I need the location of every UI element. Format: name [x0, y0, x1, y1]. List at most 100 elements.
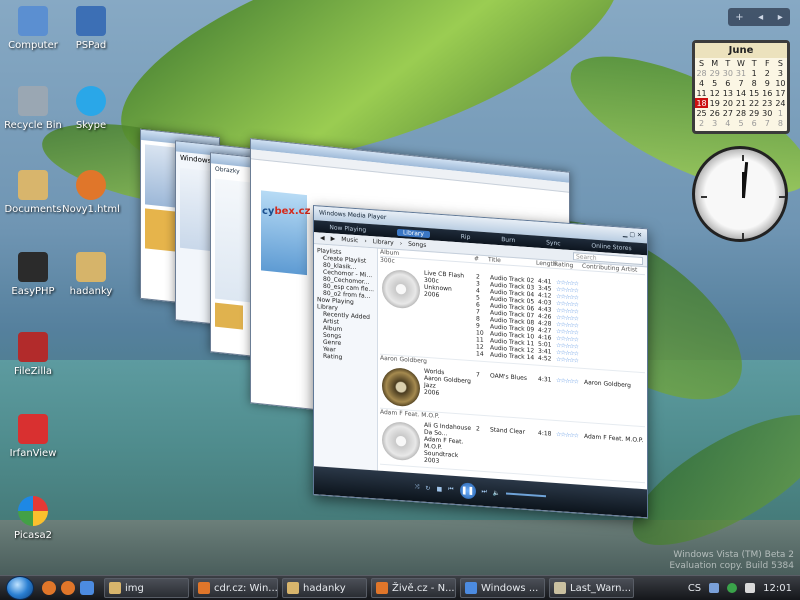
calendar-day[interactable]: 22 — [748, 98, 761, 108]
taskbar-button[interactable]: hadanky — [282, 578, 367, 598]
calendar-day[interactable]: 3 — [708, 118, 721, 128]
calendar-day[interactable]: 11 — [695, 88, 708, 98]
add-gadget-button[interactable]: + — [735, 12, 743, 23]
tab-burn[interactable]: Burn — [501, 236, 515, 244]
calendar-day[interactable]: 8 — [748, 78, 761, 88]
rating-stars[interactable]: ☆☆☆☆☆ — [556, 356, 584, 365]
calendar-day[interactable]: 29 — [708, 68, 721, 78]
calendar-day[interactable]: 6 — [748, 118, 761, 128]
calendar-day[interactable]: 2 — [695, 118, 708, 128]
stop-button[interactable]: ■ — [436, 485, 442, 492]
shuffle-button[interactable]: ⤨ — [415, 483, 420, 491]
calendar-day[interactable]: 4 — [721, 118, 734, 128]
desktop-icon-documents[interactable]: Documents — [0, 170, 66, 215]
calendar-day[interactable]: 6 — [721, 78, 734, 88]
calendar-day[interactable]: 23 — [761, 98, 774, 108]
previous-button[interactable]: ⏮ — [448, 485, 453, 493]
play-pause-button[interactable]: ❚❚ — [459, 482, 476, 500]
desktop-icon-irfanview[interactable]: IrfanView — [0, 414, 66, 459]
breadcrumb-item[interactable]: Music — [341, 236, 358, 244]
calendar-day[interactable]: 15 — [748, 88, 761, 98]
taskbar-button[interactable]: cdr.cz: Win... — [193, 578, 278, 598]
calendar-day[interactable]: 8 — [774, 118, 787, 128]
calendar-day[interactable]: 9 — [761, 78, 774, 88]
calendar-gadget[interactable]: June S M T W T F S 28 29 30 31 1 2 3 4 5 6 7 8 9 10 11… — [692, 40, 790, 134]
calendar-day[interactable]: 29 — [748, 108, 761, 118]
desktop-icon-computer[interactable]: Computer — [0, 6, 66, 51]
calendar-day[interactable]: 24 — [774, 98, 787, 108]
volume-icon[interactable] — [745, 583, 756, 593]
breadcrumb-item[interactable]: Songs — [408, 241, 426, 249]
firefox-quick-launch-icon[interactable] — [61, 581, 75, 595]
desktop-icon-hadanky[interactable]: hadanky — [58, 252, 124, 297]
taskbar-button[interactable]: Živě.cz - N... — [371, 578, 456, 598]
volume-slider[interactable] — [506, 492, 547, 498]
rating-stars[interactable]: ☆☆☆☆☆ — [556, 377, 584, 386]
repeat-button[interactable]: ↻ — [425, 484, 430, 491]
tab-online-stores[interactable]: Online Stores — [591, 242, 631, 252]
album-art-icon[interactable] — [382, 268, 420, 310]
calendar-day[interactable]: 30 — [761, 108, 774, 118]
tab-now-playing[interactable]: Now Playing — [329, 224, 366, 234]
clock-time[interactable]: 12:01 — [763, 583, 792, 594]
calendar-day[interactable]: 17 — [774, 88, 787, 98]
security-icon[interactable] — [727, 583, 738, 593]
calendar-day[interactable]: 31 — [734, 68, 747, 78]
next-button[interactable]: ⏭ — [482, 488, 487, 496]
column-header-length[interactable]: Length — [536, 260, 557, 268]
tab-library[interactable]: Library — [396, 228, 430, 238]
calendar-day[interactable]: 1 — [748, 68, 761, 78]
calendar-day[interactable]: 27 — [721, 108, 734, 118]
media-player-window[interactable]: Windows Media Player ▁ ▢ ✕ Now Playing L… — [313, 205, 648, 519]
desktop-icon-novy1-html[interactable]: Novy1.html — [58, 170, 124, 215]
taskbar-button[interactable]: img — [104, 578, 189, 598]
mute-button[interactable]: 🔈 — [493, 489, 500, 497]
calendar-day[interactable]: 5 — [734, 118, 747, 128]
calendar-day[interactable]: 28 — [695, 68, 708, 78]
calendar-day[interactable]: 5 — [708, 78, 721, 88]
desktop-icon-pspad[interactable]: PSPad — [58, 6, 124, 51]
forward-button[interactable]: ▶ — [331, 235, 336, 242]
calendar-day[interactable]: 16 — [761, 88, 774, 98]
window-controls[interactable]: ▁ ▢ ✕ — [623, 231, 642, 240]
album-art-icon[interactable] — [382, 420, 420, 462]
next-gadget-page-button[interactable]: ▸ — [778, 12, 783, 23]
clock-gadget[interactable] — [692, 146, 788, 242]
calendar-day[interactable]: 28 — [734, 108, 747, 118]
calendar-day[interactable]: 20 — [721, 98, 734, 108]
calendar-day[interactable]: 30 — [721, 68, 734, 78]
breadcrumb-item[interactable]: Library — [373, 238, 394, 246]
calendar-day[interactable]: 12 — [708, 88, 721, 98]
language-indicator[interactable]: CS — [688, 583, 701, 594]
calendar-day[interactable]: 7 — [734, 78, 747, 88]
switch-windows-icon[interactable] — [80, 581, 94, 595]
calendar-day[interactable]: 25 — [695, 108, 708, 118]
calendar-day[interactable]: 4 — [695, 78, 708, 88]
calendar-day[interactable]: 10 — [774, 78, 787, 88]
calendar-day[interactable]: 21 — [734, 98, 747, 108]
calendar-day[interactable]: 26 — [708, 108, 721, 118]
calendar-day[interactable]: 1 — [774, 108, 787, 118]
network-icon[interactable] — [709, 583, 720, 593]
calendar-day[interactable]: 7 — [761, 118, 774, 128]
rating-stars[interactable]: ☆☆☆☆☆ — [556, 431, 584, 440]
calendar-day[interactable]: 18 — [695, 98, 709, 108]
calendar-day[interactable]: 14 — [734, 88, 747, 98]
desktop-icon-filezilla[interactable]: FileZilla — [0, 332, 66, 377]
taskbar-button[interactable]: Windows ... — [460, 578, 545, 598]
album-art-icon[interactable] — [382, 366, 420, 408]
calendar-day[interactable]: 3 — [774, 68, 787, 78]
desktop-icon-skype[interactable]: Skype — [58, 86, 124, 131]
start-button[interactable] — [6, 576, 34, 600]
desktop-icon-picasa2[interactable]: Picasa2 — [0, 496, 66, 541]
back-button[interactable]: ◀ — [320, 234, 325, 241]
calendar-day[interactable]: 13 — [721, 88, 734, 98]
taskbar-button[interactable]: Last_Warn... — [549, 578, 634, 598]
tab-sync[interactable]: Sync — [546, 239, 560, 247]
column-header-number[interactable]: # — [474, 255, 488, 263]
calendar-day[interactable]: 19 — [708, 98, 721, 108]
firefox-quick-launch-icon[interactable] — [42, 581, 56, 595]
desktop-icon-recycle-bin[interactable]: Recycle Bin — [0, 86, 66, 131]
previous-gadget-page-button[interactable]: ◂ — [758, 12, 763, 23]
tab-rip[interactable]: Rip — [461, 233, 471, 241]
